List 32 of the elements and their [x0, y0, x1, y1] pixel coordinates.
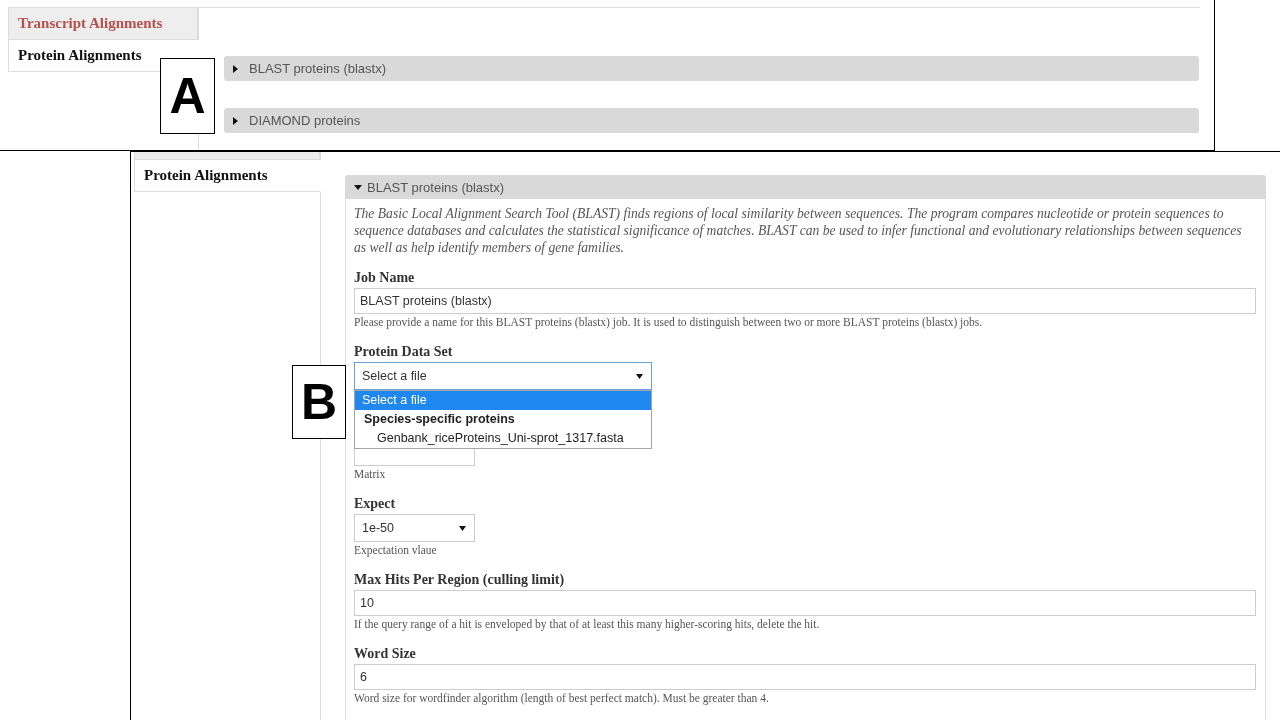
help-text: Word size for wordfinder algorithm (length of best perfect match). Must be greater than 4. [354, 691, 770, 705]
caret-right-icon [233, 116, 238, 125]
panel-label: B [292, 365, 346, 439]
accordion-header[interactable]: BLAST proteins (blastx) [224, 56, 1199, 81]
text-field[interactable]: 10 [354, 590, 1256, 616]
caret-down-icon [354, 184, 362, 190]
accordion-header[interactable]: DIAMOND proteins [224, 108, 1199, 133]
field-label: Protein Data Set [354, 343, 454, 360]
text-field[interactable]: 6 [354, 664, 1256, 690]
field-label: Max Hits Per Region (culling limit) [354, 571, 566, 588]
accordion-header[interactable]: BLAST proteins (blastx) [345, 175, 1266, 199]
field-label: Word Size [354, 645, 417, 662]
description-text: The Basic Local Alignment Search Tool (BLAST) finds regions of local similarity between sequences. The program compares nucleotide or protein sequences to sequence databases and calculates the statistical significance of matches. BLAST can be used to infer functional and evolutionary relationships between sequences as well as help identify members of gene families. [354, 205, 1243, 256]
caret-down-icon [636, 373, 643, 379]
caret-right-icon [233, 64, 238, 73]
help-text: If the query range of a hit is enveloped by that of at least this many higher-scoring hits, delete the hit. [354, 617, 821, 631]
tab[interactable]: Protein Alignments [134, 160, 321, 192]
caret-down-icon [459, 525, 466, 531]
select-field[interactable]: Select a file [354, 362, 652, 390]
dropdown-option[interactable]: Genbank_riceProteins_Uni-sprot_1317.fasta [355, 429, 651, 448]
tab[interactable]: Protein Alignments [8, 40, 199, 72]
tab[interactable]: Transcript Alignments [8, 8, 198, 40]
field-label: Job Name [354, 269, 416, 286]
option-group-label: Species-specific proteins [363, 411, 516, 428]
text-field[interactable]: BLAST proteins (blastx) [354, 288, 1256, 314]
field-label: Expect [354, 495, 397, 512]
help-text: Please provide a name for this BLAST proteins (blastx) job. It is used to distinguish between two or more BLAST proteins (blastx) jobs. [354, 315, 984, 329]
panel-label: A [160, 58, 215, 134]
help-text: Matrix [354, 467, 387, 481]
help-text: Expectation vlaue [354, 543, 438, 557]
dropdown-option[interactable]: Select a file [355, 391, 651, 410]
select-field[interactable]: 1e-50 [354, 514, 475, 542]
